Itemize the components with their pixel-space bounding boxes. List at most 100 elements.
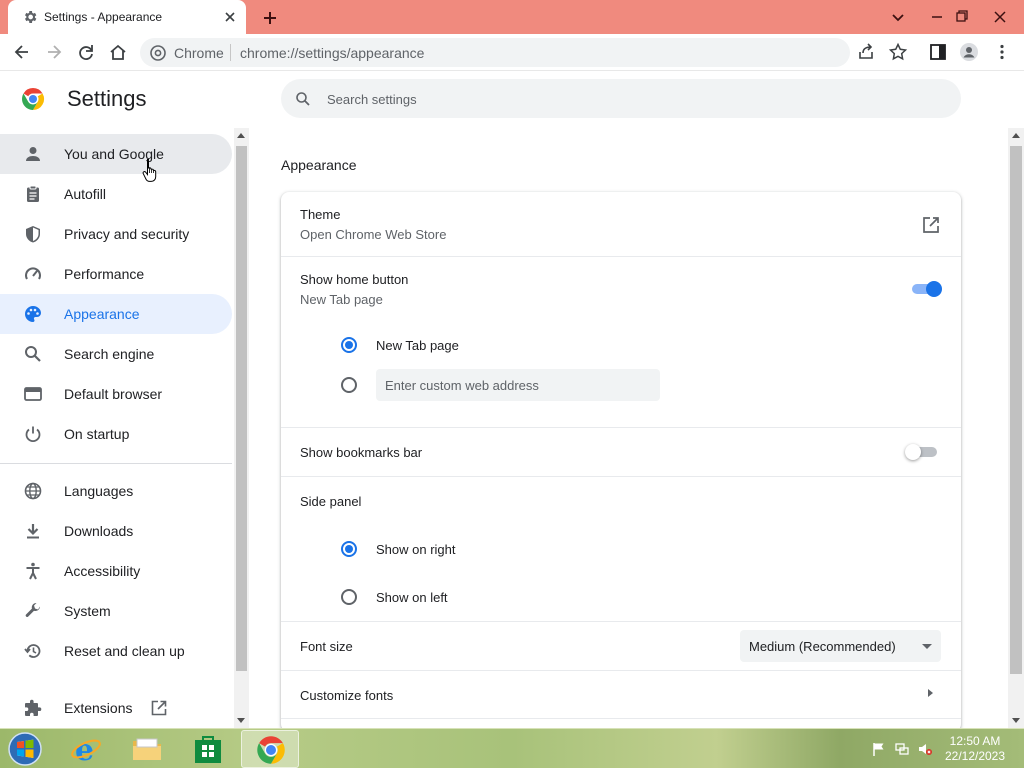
- sidebar-item-accessibility[interactable]: Accessibility: [0, 551, 232, 591]
- system-clock[interactable]: 12:50 AM 22/12/2023: [940, 734, 1010, 764]
- close-tab-icon[interactable]: [222, 9, 238, 25]
- sidebar-item-appearance[interactable]: Appearance: [0, 294, 232, 334]
- sidebar-item-label: Privacy and security: [64, 226, 190, 242]
- custom-web-address-input[interactable]: [376, 369, 660, 401]
- home-button-title: Show home button: [300, 272, 409, 287]
- radio-custom-address[interactable]: [341, 377, 357, 393]
- accessibility-icon: [26, 562, 40, 580]
- taskbar-store[interactable]: [179, 730, 237, 768]
- sidebar-item-label: Appearance: [64, 306, 140, 322]
- customize-fonts-title: Customize fonts: [300, 688, 394, 703]
- minimize-icon[interactable]: [925, 6, 949, 28]
- taskbar-internet-explorer[interactable]: e: [57, 730, 115, 768]
- home-button-toggle[interactable]: [908, 280, 942, 298]
- sidebar-item-label: System: [64, 603, 111, 619]
- new-tab-icon[interactable]: [260, 8, 280, 28]
- url-text[interactable]: chrome://settings/appearance: [240, 45, 424, 61]
- bookmark-star-icon[interactable]: [888, 42, 908, 62]
- windows-start-button-icon[interactable]: [4, 731, 46, 767]
- sidebar-item-downloads[interactable]: Downloads: [0, 511, 232, 551]
- chrome-icon: [257, 736, 285, 764]
- search-settings-box[interactable]: [281, 79, 961, 118]
- sidebar-item-default-browser[interactable]: Default browser: [0, 374, 232, 414]
- radio-show-on-right-label[interactable]: Show on right: [376, 542, 456, 557]
- close-window-icon[interactable]: [988, 6, 1012, 28]
- sidebar-item-reset-and-clean-up[interactable]: Reset and clean up: [0, 631, 232, 671]
- reload-icon[interactable]: [76, 42, 96, 62]
- font-size-value: Medium (Recommended): [749, 639, 896, 654]
- sidebar-scrollbar[interactable]: [234, 128, 249, 728]
- sidebar-item-system[interactable]: System: [0, 591, 232, 631]
- action-center-flag-icon[interactable]: [872, 742, 886, 756]
- home-icon[interactable]: [108, 42, 128, 62]
- chrome-site-icon[interactable]: [150, 45, 166, 61]
- svg-text:e: e: [75, 734, 94, 764]
- sidebar-item-autofill[interactable]: Autofill: [0, 174, 232, 214]
- row-divider: [281, 621, 961, 622]
- tab-search-chevron-icon[interactable]: [886, 6, 910, 28]
- sidebar-item-you-and-google[interactable]: You and Google: [0, 134, 232, 174]
- restore-window-icon[interactable]: [950, 6, 974, 28]
- windows-taskbar: e 12:50 AM 22/12/2023: [0, 728, 1024, 768]
- back-arrow-icon[interactable]: [12, 42, 32, 62]
- taskbar-file-explorer[interactable]: [118, 730, 176, 768]
- sidebar-item-search-engine[interactable]: Search engine: [0, 334, 232, 374]
- scroll-up-arrow-icon[interactable]: [1012, 133, 1020, 138]
- tab-title: Settings - Appearance: [44, 10, 163, 24]
- appearance-card: Theme Open Chrome Web Store Show home bu…: [281, 192, 961, 732]
- settings-title: Settings: [67, 86, 147, 111]
- shield-icon: [26, 226, 40, 243]
- menu-kebab-icon[interactable]: [992, 42, 1012, 62]
- address-bar[interactable]: Chrome chrome://settings/appearance: [140, 38, 850, 67]
- clock-time: 12:50 AM: [949, 734, 1001, 748]
- sidebar-item-languages[interactable]: Languages: [0, 471, 232, 511]
- volume-muted-icon[interactable]: [918, 742, 932, 756]
- browser-window-icon: [24, 387, 42, 401]
- profile-avatar-icon[interactable]: [959, 42, 979, 62]
- address-divider: [230, 44, 231, 61]
- page-scrollbar[interactable]: [1008, 128, 1024, 728]
- wrench-icon: [25, 602, 40, 617]
- sidebar-item-performance[interactable]: Performance: [0, 254, 232, 294]
- home-button-subtitle: New Tab page: [300, 292, 383, 307]
- radio-show-on-left[interactable]: [341, 589, 357, 605]
- taskbar-chrome[interactable]: [241, 730, 299, 768]
- bookmarks-bar-toggle[interactable]: [905, 443, 939, 461]
- sidebar-item-extensions[interactable]: Extensions: [0, 688, 232, 728]
- open-in-new-icon[interactable]: [921, 215, 941, 235]
- sidebar-item-on-startup[interactable]: On startup: [0, 414, 232, 454]
- person-icon: [26, 147, 40, 161]
- sidebar-item-label: Downloads: [64, 523, 134, 539]
- sidebar-item-privacy-and-security[interactable]: Privacy and security: [0, 214, 232, 254]
- network-icon[interactable]: [895, 742, 909, 756]
- sidebar-scroll-thumb[interactable]: [236, 146, 247, 671]
- scroll-down-arrow-icon[interactable]: [237, 718, 245, 723]
- side-panel-icon[interactable]: [928, 42, 948, 62]
- clipboard-icon: [27, 185, 39, 202]
- radio-new-tab-page[interactable]: [341, 337, 357, 353]
- sidebar-item-label: Performance: [64, 266, 145, 282]
- row-divider: [281, 427, 961, 428]
- page-scroll-thumb[interactable]: [1010, 146, 1022, 674]
- browser-tab-settings[interactable]: Settings - Appearance: [8, 0, 246, 34]
- forward-arrow-icon[interactable]: [44, 42, 64, 62]
- sidebar-item-label: Reset and clean up: [64, 643, 185, 659]
- store-icon: [195, 736, 221, 763]
- radio-show-on-left-label[interactable]: Show on left: [376, 590, 448, 605]
- search-icon: [25, 346, 41, 362]
- radio-new-tab-page-label[interactable]: New Tab page: [376, 338, 459, 353]
- toggle-knob: [905, 444, 921, 460]
- scroll-up-arrow-icon[interactable]: [237, 133, 245, 138]
- radio-show-on-right[interactable]: [341, 541, 357, 557]
- gear-icon: [25, 11, 37, 23]
- scroll-down-arrow-icon[interactable]: [1012, 718, 1020, 723]
- site-chip-label: Chrome: [174, 45, 224, 61]
- font-size-select[interactable]: Medium (Recommended): [740, 630, 941, 662]
- sidebar-item-label: Languages: [64, 483, 134, 499]
- sidebar-divider: [0, 463, 232, 464]
- toggle-knob: [926, 281, 942, 297]
- search-settings-input[interactable]: [325, 88, 925, 110]
- open-in-new-icon: [151, 700, 167, 716]
- puzzle-icon: [25, 699, 42, 716]
- share-icon[interactable]: [856, 42, 876, 62]
